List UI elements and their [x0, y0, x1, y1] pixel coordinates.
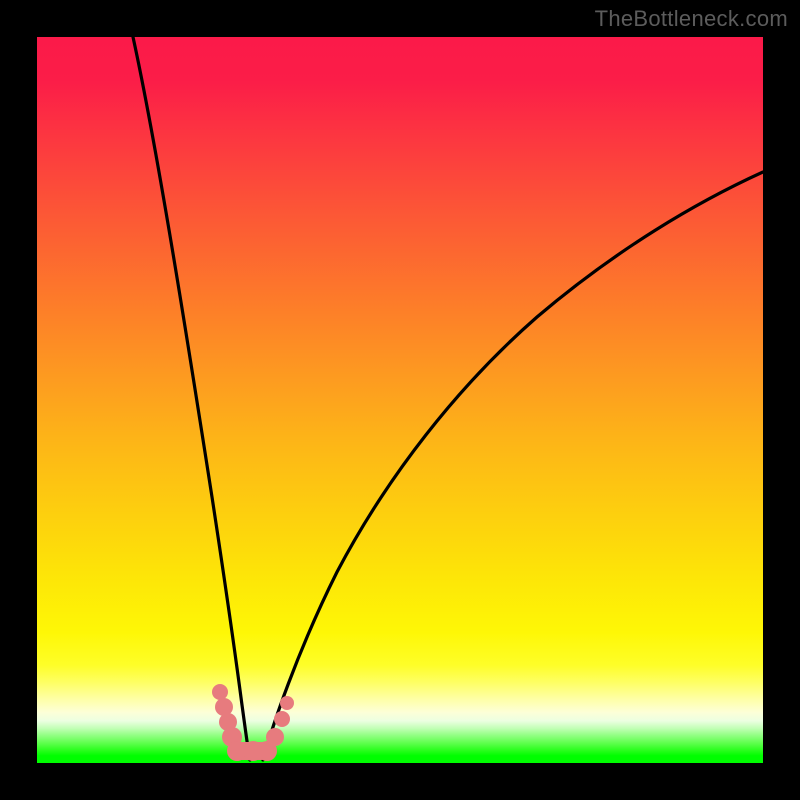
right-curve: [263, 172, 763, 760]
chart-svg: [37, 37, 763, 763]
outer-frame: TheBottleneck.com: [0, 0, 800, 800]
plot-area: [37, 37, 763, 763]
watermark-text: TheBottleneck.com: [595, 6, 788, 32]
pink-marker: [212, 684, 294, 761]
left-curve: [133, 37, 250, 760]
